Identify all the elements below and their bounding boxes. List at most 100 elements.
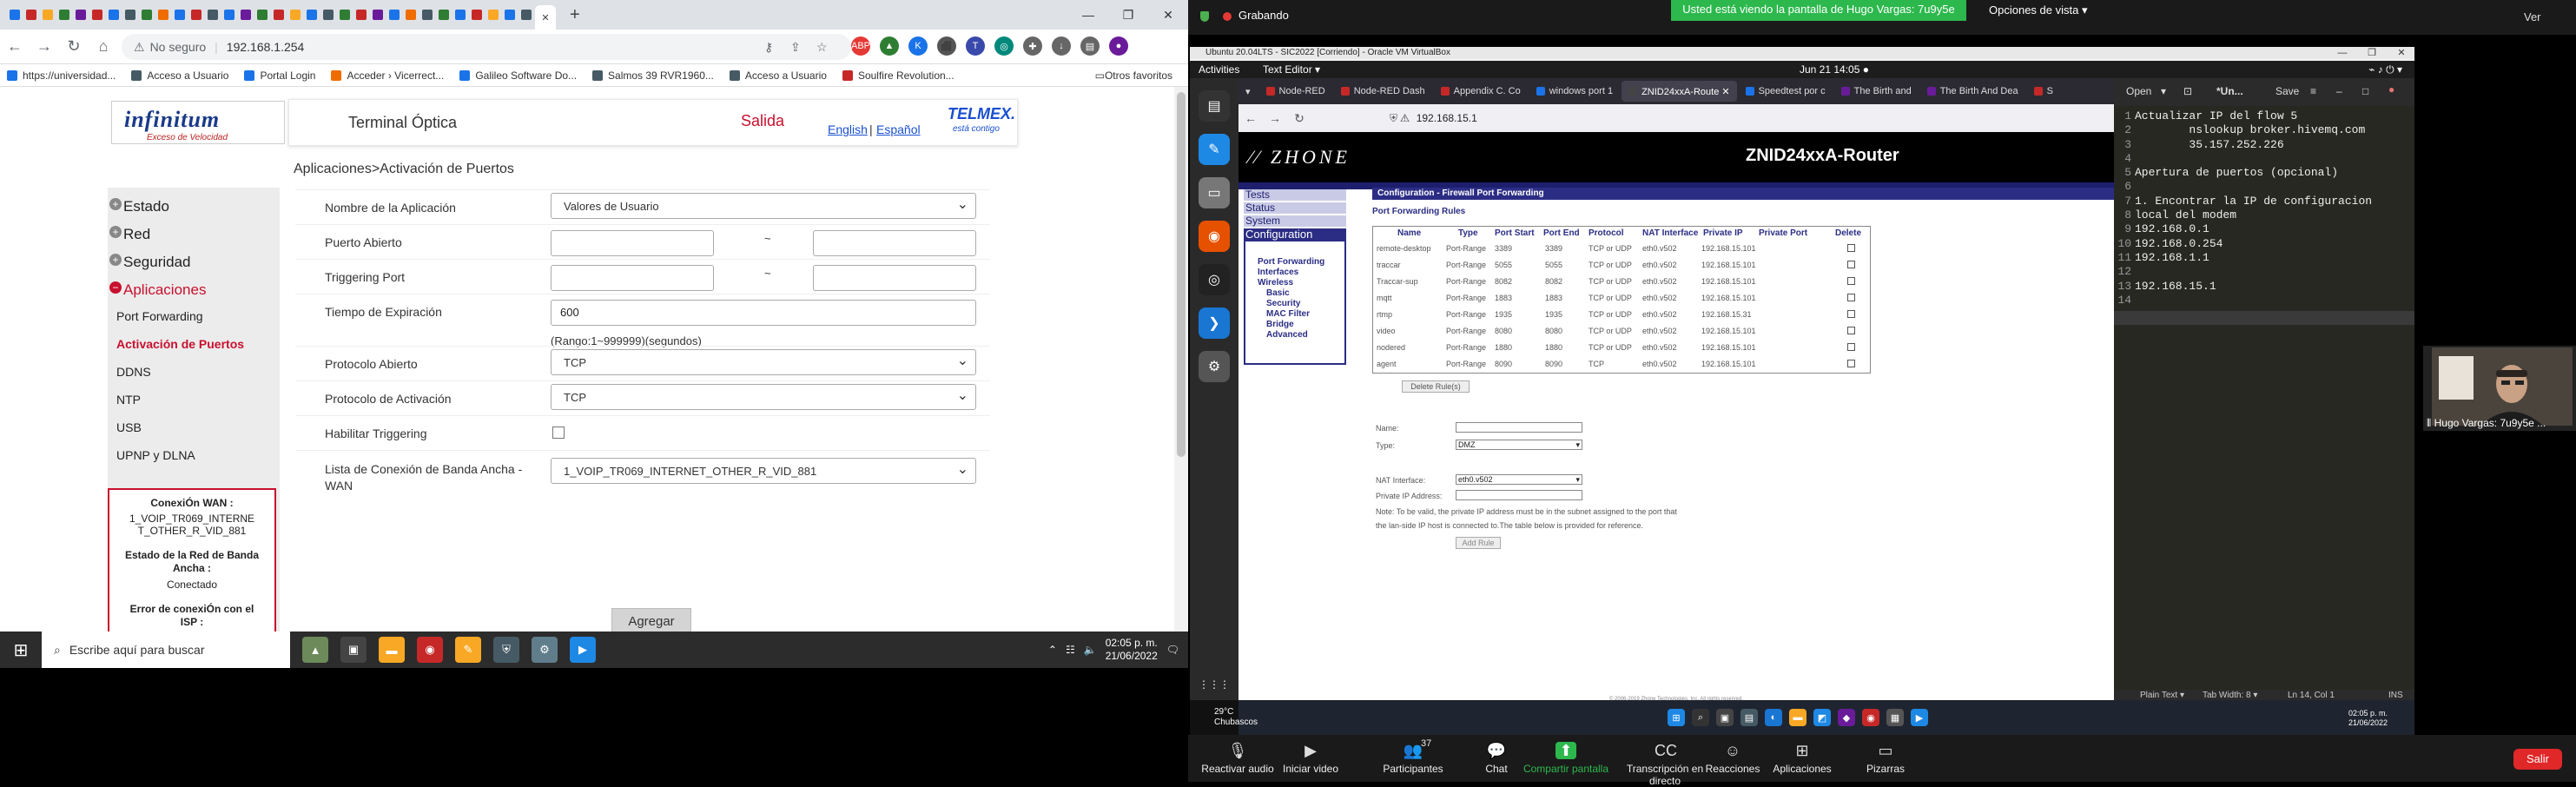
bookmark[interactable]: Acceso a Usuario <box>131 69 228 82</box>
teams-icon[interactable]: T <box>966 36 985 56</box>
lang-english-link[interactable]: English <box>828 122 868 136</box>
firefox-tab[interactable]: Node-RED Dash <box>1334 81 1432 102</box>
windows-clock[interactable]: 02:05 p. m. 21/06/2022 <box>1106 637 1158 663</box>
zoom-icon[interactable]: ▶ <box>570 637 596 663</box>
bookmark[interactable]: Soulfire Revolution... <box>842 69 954 82</box>
ext2-icon[interactable]: ◎ <box>994 36 1014 56</box>
virtualbox-icon[interactable]: ▦ <box>1886 709 1904 726</box>
browser-tab[interactable] <box>419 6 434 23</box>
new-tab-icon[interactable]: ⊡ <box>2183 85 2192 97</box>
browser-tab[interactable] <box>221 6 236 23</box>
browser-tab[interactable] <box>254 6 269 23</box>
sidebar-subitem[interactable]: Port Forwarding <box>116 309 203 323</box>
browser-tab[interactable] <box>469 6 484 23</box>
forward-icon[interactable]: → <box>1263 111 1287 125</box>
firefox-tab[interactable]: ZNID24xxA-Route ✕ <box>1622 81 1737 102</box>
ubuntu-clock[interactable]: Jun 21 14:05 ● <box>1800 63 1869 76</box>
editor-line[interactable] <box>2135 294 2413 308</box>
firefox-tab[interactable]: The Birth And Dea <box>1920 81 2025 102</box>
minimize-icon[interactable]: — <box>2328 47 2357 59</box>
text-editor-icon[interactable]: ✎ <box>1199 134 1230 165</box>
windows-start-icon[interactable]: ⊞ <box>1668 709 1685 726</box>
app-menu[interactable]: Text Editor ▾ <box>1263 63 1320 76</box>
sidebar-subitem[interactable]: DDNS <box>116 365 151 379</box>
zhone-menu-item[interactable]: System <box>1244 215 1346 227</box>
shield-icon[interactable]: ⛨ <box>493 637 519 663</box>
edge-icon[interactable]: ◐ <box>1765 709 1782 726</box>
address-bar[interactable]: ⚠ No seguro | 192.168.1.254 ⚷ ⇪ ☆ <box>122 34 851 60</box>
back-icon[interactable]: ← <box>1238 111 1263 125</box>
taskview-icon[interactable]: ▣ <box>1716 709 1734 726</box>
kami-icon[interactable]: K <box>908 36 928 56</box>
firefox-icon[interactable]: ◉ <box>1199 221 1230 252</box>
zhone-submenu-item[interactable]: Wireless <box>1258 278 1293 288</box>
browser-tab[interactable] <box>452 6 467 23</box>
zhone-submenu-item[interactable]: Bridge <box>1266 320 1294 329</box>
windows-search-box[interactable]: ⌕ Escribe aquí para buscar <box>42 632 290 668</box>
zoom-control[interactable]: 👥 37 Participantes <box>1365 735 1461 775</box>
browser-tab[interactable] <box>519 6 533 23</box>
browser-tab[interactable] <box>155 6 170 23</box>
editor-text[interactable]: Actualizar IP del flow 5 nslookup broker… <box>2135 109 2413 308</box>
zhone-submenu-item[interactable]: Port Forwarding <box>1258 257 1324 267</box>
firefox-tab[interactable]: The Birth and <box>1834 81 1919 102</box>
minimize-icon[interactable]: — <box>1068 0 1108 30</box>
editor-line[interactable]: 35.157.252.226 <box>2135 138 2413 152</box>
sidebar-subitem[interactable]: Activación de Puertos <box>116 337 244 351</box>
zhone-menu-item[interactable]: Configuration <box>1244 228 1346 241</box>
page-scrollbar[interactable] <box>1174 87 1188 632</box>
browser-tab[interactable] <box>73 6 88 23</box>
open-port-start-input[interactable] <box>551 230 714 256</box>
editor-line[interactable] <box>2135 152 2413 166</box>
browser-tab[interactable] <box>122 6 137 23</box>
browser-tab[interactable] <box>337 6 352 23</box>
close-tab-icon[interactable]: ✕ <box>541 12 549 23</box>
open-protocol-select[interactable]: TCP <box>551 349 976 375</box>
save-button[interactable]: Save <box>2275 85 2299 97</box>
browser-tab[interactable] <box>172 6 187 23</box>
firefox-tab[interactable]: windows port 1 <box>1529 81 1620 102</box>
drive-icon[interactable]: ▲ <box>880 36 899 56</box>
zhone-menu-item[interactable]: Tests <box>1244 189 1346 201</box>
zhone-submenu-item[interactable]: Interfaces <box>1258 268 1298 277</box>
bookmark[interactable]: Salmos 39 RVR1960... <box>592 69 714 82</box>
delete-checkbox[interactable] <box>1847 310 1855 318</box>
recording-indicator[interactable]: Grabando <box>1200 9 1289 22</box>
browser-tab[interactable] <box>56 6 71 23</box>
delete-checkbox[interactable] <box>1847 343 1855 351</box>
nat-interface-select[interactable]: eth0.v502 ▾ <box>1456 474 1582 485</box>
leave-button[interactable]: Salir <box>2513 749 2562 770</box>
logout-link[interactable]: Salida <box>741 112 784 130</box>
close-icon[interactable]: ✕ <box>1148 0 1188 30</box>
star-icon[interactable]: ☆ <box>816 40 828 55</box>
zhone-submenu-item[interactable]: Security <box>1266 299 1300 308</box>
editor-line[interactable]: local del modem <box>2135 208 2413 222</box>
sidebar-subitem[interactable]: USB <box>116 420 142 434</box>
zoom-control[interactable]: ⊞ Aplicaciones <box>1754 735 1850 775</box>
browser-tab[interactable] <box>188 6 203 23</box>
browser-tab[interactable] <box>139 6 154 23</box>
browser-tab[interactable] <box>353 6 368 23</box>
download-icon[interactable]: ↓ <box>1052 36 1071 56</box>
network-icon[interactable]: ⚙ <box>532 637 558 663</box>
browser-tab[interactable] <box>89 6 104 23</box>
browser-tab[interactable] <box>370 6 385 23</box>
sidebar-subitem[interactable]: UPNP y DLNA <box>116 448 195 462</box>
zoom-control[interactable]: ▶ Iniciar video <box>1263 735 1358 775</box>
browser-tab[interactable] <box>271 6 286 23</box>
reload-icon[interactable]: ↻ <box>1287 111 1311 126</box>
landscape-icon[interactable]: ▲ <box>302 637 328 663</box>
zoom-icon[interactable]: ▶ <box>1911 709 1928 726</box>
browser-tab[interactable] <box>238 6 253 23</box>
view-options-menu[interactable]: Opciones de vista ▾ <box>1989 3 2087 17</box>
store-icon[interactable]: ◩ <box>1813 709 1831 726</box>
editor-line[interactable]: 192.168.1.1 <box>2135 251 2413 265</box>
editor-line[interactable]: Actualizar IP del flow 5 <box>2135 109 2413 123</box>
firefox-tab[interactable]: Speedtest por c <box>1739 81 1833 102</box>
browser-tab[interactable] <box>485 6 500 23</box>
windows-start-icon[interactable]: ⊞ <box>0 639 42 661</box>
sidebar-subitem[interactable]: NTP <box>116 393 141 407</box>
pen-icon[interactable]: ✎ <box>455 637 481 663</box>
explorer-icon[interactable]: ▬ <box>1789 709 1807 726</box>
browser-tab[interactable] <box>386 6 401 23</box>
